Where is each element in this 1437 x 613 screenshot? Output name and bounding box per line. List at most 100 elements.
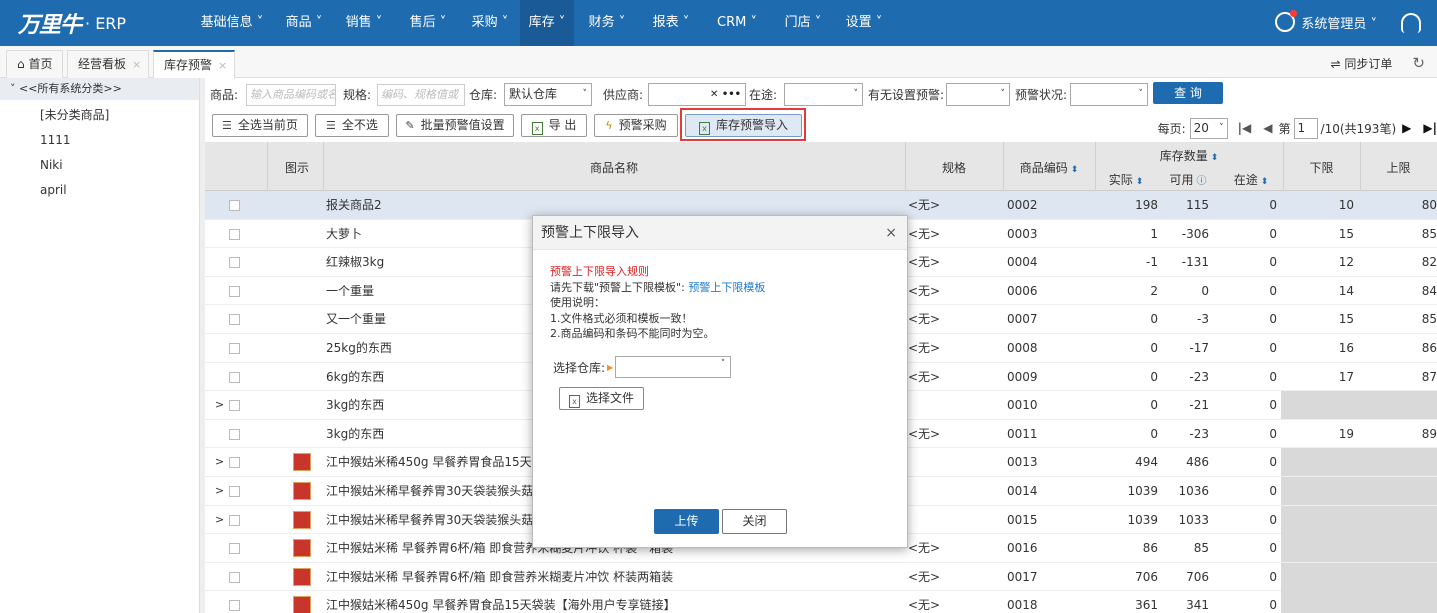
lower-limit[interactable]: [1283, 477, 1354, 505]
tab-stock-warning[interactable]: 库存预警 ×: [153, 50, 235, 79]
row-checkbox[interactable]: [229, 486, 240, 497]
close-button[interactable]: 关闭: [722, 509, 787, 534]
warn-purchase-button[interactable]: ϟ 预警采购: [594, 114, 678, 137]
transit-select[interactable]: ˅: [784, 83, 863, 106]
upper-limit[interactable]: [1360, 477, 1437, 505]
header-code[interactable]: 商品编码 ⬍: [1003, 159, 1095, 176]
has-warning-select[interactable]: ˅: [946, 83, 1010, 106]
table-row[interactable]: 江中猴姑米稀 早餐养胃6杯/箱 即食营养米糊麦片冲饮 杯装两箱装 <无> 0017 7…: [205, 562, 1437, 592]
row-checkbox[interactable]: [229, 285, 240, 297]
page-input[interactable]: 1: [1293, 117, 1318, 139]
row-checkbox[interactable]: [229, 343, 240, 354]
last-page-icon[interactable]: ▶|: [1423, 121, 1437, 135]
select-page-button[interactable]: ☰ 全选当前页: [212, 114, 308, 137]
nav-item[interactable]: 门店 ˅: [772, 0, 834, 46]
lower-limit[interactable]: 14: [1283, 277, 1354, 305]
nav-item[interactable]: CRM ˅: [702, 0, 772, 46]
nav-item[interactable]: 库存 ˅: [520, 0, 574, 46]
lower-limit[interactable]: [1283, 391, 1354, 419]
sync-orders-button[interactable]: ⇌ 同步订单: [1331, 55, 1393, 72]
row-checkbox[interactable]: [229, 457, 240, 469]
tab-dashboard[interactable]: 经营看板 ×: [67, 50, 149, 78]
row-checkbox[interactable]: [229, 400, 240, 412]
unselect-all-button[interactable]: ☰ 全不选: [315, 114, 389, 137]
upper-limit[interactable]: [1360, 563, 1437, 591]
close-icon[interactable]: ×: [885, 216, 897, 250]
upper-limit[interactable]: [1360, 591, 1437, 613]
warehouse-select[interactable]: 默认仓库 ˅: [504, 83, 592, 106]
spec-input[interactable]: 编码、规格值或: [377, 84, 465, 106]
row-checkbox[interactable]: [229, 571, 240, 583]
category-item[interactable]: Niki: [0, 153, 199, 178]
template-download-link[interactable]: 预警上下限模板: [688, 281, 765, 294]
dialog-warehouse-select[interactable]: ˅: [615, 356, 732, 378]
expand-icon[interactable]: >: [215, 391, 224, 419]
lower-limit[interactable]: 12: [1283, 248, 1354, 276]
nav-item[interactable]: 基础信息 ˅: [188, 0, 276, 46]
nav-item[interactable]: 报表 ˅: [640, 0, 702, 46]
lower-limit[interactable]: 10: [1283, 191, 1354, 219]
nav-item[interactable]: 财务 ˅: [574, 0, 640, 46]
upper-limit[interactable]: 82: [1360, 248, 1437, 276]
header-available[interactable]: 可用 ⓘ: [1157, 171, 1219, 188]
expand-icon[interactable]: >: [215, 448, 224, 476]
upper-limit[interactable]: 85: [1360, 305, 1437, 333]
expand-icon[interactable]: >: [215, 506, 224, 534]
batch-set-button[interactable]: ✎ 批量预警值设置: [396, 114, 514, 137]
table-row[interactable]: 江中猴姑米稀450g 早餐养胃食品15天袋装【海外用户专享链接】 <无> 0018 3…: [205, 591, 1437, 613]
supplier-clear-icon[interactable]: ✕ •••: [710, 84, 741, 105]
close-icon[interactable]: ×: [132, 58, 141, 71]
lower-limit[interactable]: 15: [1283, 305, 1354, 333]
lower-limit[interactable]: [1283, 534, 1354, 562]
tab-home[interactable]: ⌂ 首页: [6, 50, 63, 78]
lower-limit[interactable]: 17: [1283, 363, 1354, 391]
nav-item[interactable]: 售后 ˅: [396, 0, 460, 46]
row-checkbox[interactable]: [229, 228, 240, 240]
header-actual[interactable]: 实际 ⬍: [1095, 171, 1157, 188]
warning-status-select[interactable]: ˅: [1070, 83, 1148, 106]
upper-limit[interactable]: 87: [1360, 363, 1437, 391]
category-root[interactable]: ˅ <<所有系统分类>>: [0, 78, 199, 100]
upper-limit[interactable]: [1360, 448, 1437, 476]
export-button[interactable]: x导 出: [521, 114, 587, 137]
lower-limit[interactable]: 19: [1283, 420, 1354, 448]
close-icon[interactable]: ×: [218, 59, 227, 72]
upper-limit[interactable]: [1360, 506, 1437, 534]
choose-file-button[interactable]: x 选择文件: [559, 387, 644, 410]
upper-limit[interactable]: 86: [1360, 334, 1437, 362]
first-page-icon[interactable]: |◀: [1238, 121, 1252, 135]
row-checkbox[interactable]: [229, 600, 240, 612]
row-checkbox[interactable]: [229, 428, 240, 440]
row-checkbox[interactable]: [229, 514, 240, 526]
app-logo[interactable]: 万里牛 · ERP: [18, 8, 126, 38]
query-button[interactable]: 查 询: [1153, 82, 1223, 104]
category-item[interactable]: 1111: [0, 128, 199, 153]
nav-item[interactable]: 销售 ˅: [332, 0, 396, 46]
nav-item[interactable]: 商品 ˅: [276, 0, 332, 46]
supplier-select[interactable]: ✕ •••: [648, 83, 746, 106]
nav-item[interactable]: 设置 ˅: [834, 0, 894, 46]
product-input[interactable]: 输入商品编码或名: [246, 84, 336, 106]
prev-page-icon[interactable]: ◀: [1263, 121, 1272, 135]
per-page-select[interactable]: 20 ˅: [1189, 117, 1228, 139]
headset-icon[interactable]: [1401, 13, 1421, 33]
category-item[interactable]: april: [0, 178, 199, 203]
lower-limit[interactable]: [1283, 563, 1354, 591]
lower-limit[interactable]: 16: [1283, 334, 1354, 362]
upper-limit[interactable]: 85: [1360, 220, 1437, 248]
user-menu[interactable]: 系统管理员 ˅: [1275, 10, 1377, 32]
upload-button[interactable]: 上传: [654, 509, 719, 534]
row-checkbox[interactable]: [229, 200, 240, 211]
next-page-icon[interactable]: ▶: [1402, 121, 1411, 135]
row-checkbox[interactable]: [229, 371, 240, 383]
row-checkbox[interactable]: [229, 314, 240, 326]
upper-limit[interactable]: 89: [1360, 420, 1437, 448]
upper-limit[interactable]: [1360, 534, 1437, 562]
refresh-icon[interactable]: ↻: [1412, 54, 1425, 72]
category-item[interactable]: [未分类商品]: [0, 103, 199, 128]
upper-limit[interactable]: [1360, 391, 1437, 419]
header-stock[interactable]: 库存数量 ⬍: [1095, 147, 1283, 164]
upper-limit[interactable]: 80: [1360, 191, 1437, 219]
lower-limit[interactable]: [1283, 591, 1354, 613]
upper-limit[interactable]: 84: [1360, 277, 1437, 305]
